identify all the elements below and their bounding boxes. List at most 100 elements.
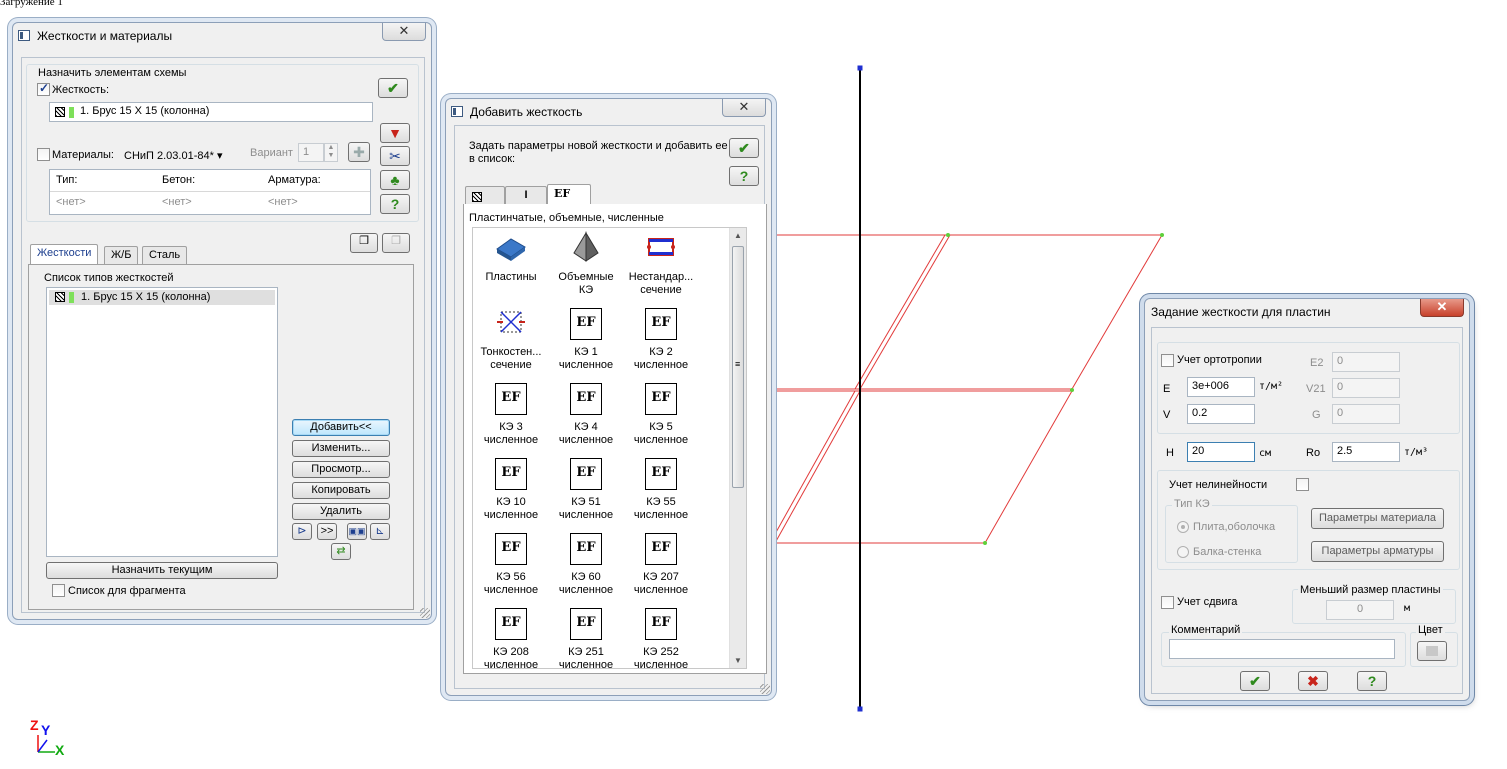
view-button[interactable]: Просмотр... [292, 461, 390, 478]
Ro-input[interactable]: 2.5 [1332, 442, 1400, 462]
filter-select-button[interactable]: ⊳ [292, 523, 312, 540]
resize-grip[interactable] [760, 684, 770, 694]
fe-type-item[interactable]: EF КЭ 5 численное [625, 381, 697, 453]
resize-grip[interactable] [420, 608, 430, 618]
brush-button[interactable]: ♣ [380, 170, 410, 190]
fe-type-item[interactable]: EF КЭ 10 численное [475, 456, 547, 528]
stiffness-list[interactable]: 1. Брус 15 X 15 (колонна) [46, 287, 278, 557]
tab-beam-types[interactable]: I [505, 186, 547, 204]
ok-button[interactable]: ✔ [1240, 671, 1270, 691]
V21-input[interactable]: 0 [1332, 378, 1400, 398]
help-button[interactable]: ? [729, 166, 759, 186]
cancel-button[interactable]: ✖ [1298, 671, 1328, 691]
materials-checkbox[interactable] [37, 148, 50, 161]
stiffness-checkbox[interactable] [37, 81, 50, 96]
help-button[interactable]: ? [1357, 671, 1387, 691]
materials-norm-select[interactable]: СНиП 2.03.01-84* ▾ [124, 149, 222, 162]
comment-input[interactable] [1169, 639, 1395, 659]
scissors-icon: ✂ [389, 148, 401, 164]
nonlinearity-checkbox[interactable] [1296, 478, 1309, 491]
apply-check-button[interactable]: ✔ [378, 78, 408, 98]
copy-list-button[interactable]: ❐ [350, 233, 378, 253]
E-input[interactable]: 3e+006 [1187, 377, 1255, 397]
V-input[interactable]: 0.2 [1187, 404, 1255, 424]
apply-check-button[interactable]: ✔ [729, 138, 759, 158]
fe-type-item[interactable]: EF КЭ 252 численное [625, 606, 697, 668]
titlebar[interactable]: Жесткости и материалы ✕ [13, 23, 431, 49]
forward-button[interactable]: >> [317, 523, 337, 540]
shear-checkbox[interactable] [1161, 596, 1174, 609]
tab-reinforced-concrete[interactable]: Ж/Б [104, 246, 139, 264]
filter-button[interactable]: ▼ [380, 123, 410, 143]
variant-spinner[interactable]: ▲ ▼ [324, 143, 338, 162]
fe-type-item[interactable]: Объемные КЭ [550, 231, 622, 303]
fe-type-item[interactable]: Тонкостен... сечение [475, 306, 547, 378]
fragment-list-checkbox[interactable] [52, 584, 65, 597]
fe-type-label: КЭ 10 численное [483, 496, 539, 521]
fe-type-item[interactable]: EF КЭ 3 численное [475, 381, 547, 453]
axis-button[interactable]: ⊾ [370, 523, 390, 540]
assign-current-button[interactable]: Назначить текущим [46, 562, 278, 579]
column-node-bottom[interactable] [857, 706, 863, 712]
vertical-scrollbar[interactable]: ▲ ≡ ▼ [729, 228, 746, 668]
plate-icon [496, 238, 526, 261]
node[interactable] [983, 541, 987, 545]
comment-label: Комментарий [1169, 624, 1243, 636]
orthotropy-checkbox[interactable] [1161, 354, 1174, 367]
material-params-button[interactable]: Параметры материала [1311, 508, 1444, 529]
close-button[interactable]: ✕ [382, 23, 426, 41]
copy-button[interactable]: Копировать [292, 482, 390, 499]
fe-type-item[interactable]: EF КЭ 1 численное [550, 306, 622, 378]
scroll-thumb[interactable]: ≡ [732, 246, 744, 488]
H-input[interactable]: 20 [1187, 442, 1255, 462]
edit-button[interactable]: Изменить... [292, 440, 390, 457]
tab-steel[interactable]: Сталь [142, 246, 188, 264]
fe-type-item[interactable]: Нестандар... сечение [625, 231, 697, 303]
E2-input[interactable]: 0 [1332, 352, 1400, 372]
close-button[interactable]: ✕ [722, 99, 766, 117]
node[interactable] [946, 233, 950, 237]
fe-type-item[interactable]: EF КЭ 208 численное [475, 606, 547, 668]
help-button[interactable]: ? [380, 194, 410, 214]
titlebar[interactable]: Добавить жесткость ✕ [446, 99, 771, 125]
min-size-input[interactable]: 0 [1326, 600, 1394, 620]
tab-plates-numeric[interactable]: EF [547, 184, 591, 204]
paste-list-button[interactable]: ❐ [382, 233, 410, 253]
fe-type-item[interactable]: EF КЭ 56 численное [475, 531, 547, 603]
refresh-button[interactable]: ⇄ [331, 543, 351, 560]
scroll-up-arrow[interactable]: ▲ [734, 231, 742, 240]
list-item[interactable]: 1. Брус 15 X 15 (колонна) [49, 290, 275, 305]
grid-button[interactable]: ▣▣ [347, 523, 367, 540]
tab-section-types[interactable] [465, 186, 505, 204]
close-button[interactable]: ✕ [1420, 299, 1464, 317]
variant-field[interactable]: 1 [298, 143, 324, 162]
cut-button[interactable]: ✂ [380, 146, 410, 166]
fe-type-item[interactable]: EF КЭ 251 численное [550, 606, 622, 668]
scroll-down-arrow[interactable]: ▼ [734, 656, 742, 665]
fe-type-item[interactable]: EF КЭ 51 численное [550, 456, 622, 528]
rebar-params-button[interactable]: Параметры арматуры [1311, 541, 1444, 562]
axis-icon: ⊾ [375, 525, 385, 537]
color-picker-button[interactable] [1417, 641, 1447, 661]
V21-label: V21 [1306, 383, 1326, 395]
fe-type-item[interactable]: Пластины [475, 231, 547, 303]
fe-type-item[interactable]: EF КЭ 2 численное [625, 306, 697, 378]
plate-shell-radio[interactable] [1177, 521, 1189, 533]
fe-type-item[interactable]: EF КЭ 60 численное [550, 531, 622, 603]
node[interactable] [1160, 233, 1164, 237]
delete-button[interactable]: Удалить [292, 503, 390, 520]
add-material-button[interactable]: ✚ [348, 142, 370, 162]
stiffness-field[interactable]: 1. Брус 15 X 15 (колонна) [49, 102, 373, 122]
fe-type-item[interactable]: EF КЭ 55 численное [625, 456, 697, 528]
add-button[interactable]: Добавить<< [292, 419, 390, 436]
variant-label: Вариант [250, 147, 293, 159]
wall-beam-radio[interactable] [1177, 546, 1189, 558]
tab-stiffness[interactable]: Жесткости [30, 244, 99, 264]
fe-type-item[interactable]: EF КЭ 4 численное [550, 381, 622, 453]
column-node-top[interactable] [857, 65, 863, 71]
node[interactable] [1070, 388, 1074, 392]
fe-type-gallery[interactable]: Пластины Объемные КЭ Нестандар... сечение Тон… [472, 227, 747, 669]
G-input[interactable]: 0 [1332, 404, 1400, 424]
fe-type-item[interactable]: EF КЭ 207 численное [625, 531, 697, 603]
titlebar[interactable]: Задание жесткости для пластин ✕ [1145, 299, 1469, 325]
